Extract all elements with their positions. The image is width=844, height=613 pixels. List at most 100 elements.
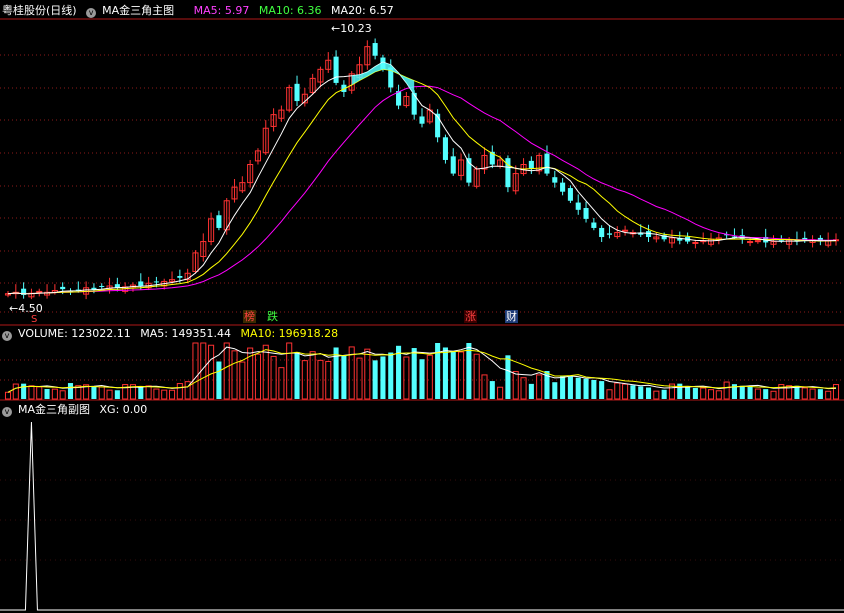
candle-body: [544, 153, 550, 174]
volume-bar: [419, 359, 425, 399]
volume-bar: [825, 390, 832, 400]
volume-bar: [567, 376, 573, 399]
volume-bar: [270, 355, 277, 400]
candle-body: [333, 56, 339, 83]
volume-menu-icon[interactable]: v: [2, 331, 12, 341]
ma10-line: [7, 68, 837, 295]
volume-bar: [747, 385, 753, 399]
volume-bar: [388, 352, 394, 399]
volume-ma5-label: MA5: 149351.44: [140, 327, 231, 340]
volume-bar: [739, 385, 745, 399]
volume-label[interactable]: VOLUME: 123022.11: [18, 327, 131, 340]
volume-bar: [403, 356, 410, 400]
candle-body: [419, 116, 425, 124]
ma10-label: MA10: 6.36: [258, 4, 322, 17]
candle-body: [36, 290, 43, 293]
volume-bar: [715, 390, 722, 400]
sub-chart-header: v MA金三角副图 XG: 0.00: [2, 402, 153, 418]
volume-bar: [707, 389, 715, 400]
volume-bar: [223, 342, 230, 400]
volume-bar: [770, 390, 777, 400]
volume-bar: [817, 389, 823, 399]
volume-bar: [380, 356, 386, 399]
volume-bar: [723, 381, 730, 400]
indicator-name[interactable]: MA金三角主图: [102, 4, 174, 17]
volume-bar: [638, 386, 644, 399]
volume-bar: [208, 344, 215, 400]
candle-body: [747, 241, 754, 244]
volume-bar: [458, 351, 465, 400]
candle-body: [216, 215, 222, 228]
volume-bar: [481, 374, 488, 400]
volume-bar: [145, 385, 152, 400]
volume-bar: [832, 384, 840, 400]
candle-body: [692, 241, 699, 244]
tag-cai[interactable]: 财: [505, 310, 518, 323]
indicator-menu-icon[interactable]: v: [86, 8, 97, 18]
volume-bar: [661, 389, 667, 399]
volume-header: v VOLUME: 123022.11 MA5: 149351.44 MA10: …: [2, 326, 344, 342]
candle-body: [450, 156, 456, 174]
candle-body: [754, 240, 761, 243]
volume-bar: [356, 357, 363, 400]
volume-bar: [575, 377, 581, 399]
tag-s[interactable]: S: [30, 313, 38, 326]
volume-bar: [28, 385, 35, 400]
candle-body: [411, 92, 417, 115]
volume-bar: [622, 383, 629, 400]
stock-title[interactable]: 粤桂股份(日线): [2, 4, 77, 17]
candle-body: [606, 233, 613, 235]
volume-bar: [754, 388, 761, 400]
volume-bar: [67, 383, 74, 399]
high-price-label: ←10.23: [331, 22, 372, 35]
tag-bang[interactable]: 榜: [243, 310, 256, 323]
sub-indicator-name[interactable]: MA金三角副图: [18, 403, 90, 416]
volume-bar: [685, 386, 691, 399]
volume-bar: [645, 387, 652, 399]
volume-bar: [36, 386, 43, 400]
candle-body: [442, 137, 448, 160]
volume-bar: [466, 343, 472, 399]
volume-bar: [512, 371, 519, 400]
volume-bar: [286, 342, 293, 400]
candle-body: [138, 281, 144, 286]
tag-zhang[interactable]: 涨: [464, 310, 477, 323]
candle-body: [583, 208, 589, 219]
volume-bar: [450, 350, 456, 399]
volume-bar: [763, 389, 769, 399]
volume-bar: [653, 390, 660, 400]
ma5-label: MA5: 5.97: [193, 4, 250, 17]
volume-bar: [520, 377, 527, 400]
volume-bar: [473, 353, 480, 400]
tag-die[interactable]: 跌: [266, 310, 279, 323]
volume-bar: [497, 386, 504, 400]
volume-bar: [560, 375, 566, 399]
volume-bar: [583, 378, 589, 399]
candle-body: [599, 227, 605, 238]
volume-bar: [59, 390, 66, 400]
candle-body: [153, 281, 159, 283]
volume-bar: [192, 342, 199, 400]
volume-bar: [254, 353, 262, 400]
volume-bar: [411, 348, 417, 399]
golden-triangle-area: [351, 62, 415, 95]
candle-body: [505, 158, 511, 188]
volume-bar: [809, 388, 816, 400]
volume-bar: [153, 388, 160, 400]
volume-bar: [614, 382, 621, 400]
volume-bar: [599, 381, 605, 399]
volume-bar: [262, 344, 269, 400]
candle-body: [591, 222, 597, 228]
volume-bar: [801, 387, 808, 400]
xg-signal-line: [0, 421, 844, 611]
volume-bar: [341, 355, 347, 399]
volume-bar: [505, 355, 511, 399]
volume-bar: [700, 387, 707, 400]
candle-body: [552, 177, 558, 183]
volume-bar: [161, 389, 168, 400]
sub-indicator-menu-icon[interactable]: v: [2, 407, 12, 417]
candle-body: [560, 182, 566, 192]
volume-bar: [21, 383, 27, 399]
candle-body: [622, 229, 629, 232]
volume-bar: [591, 379, 597, 399]
